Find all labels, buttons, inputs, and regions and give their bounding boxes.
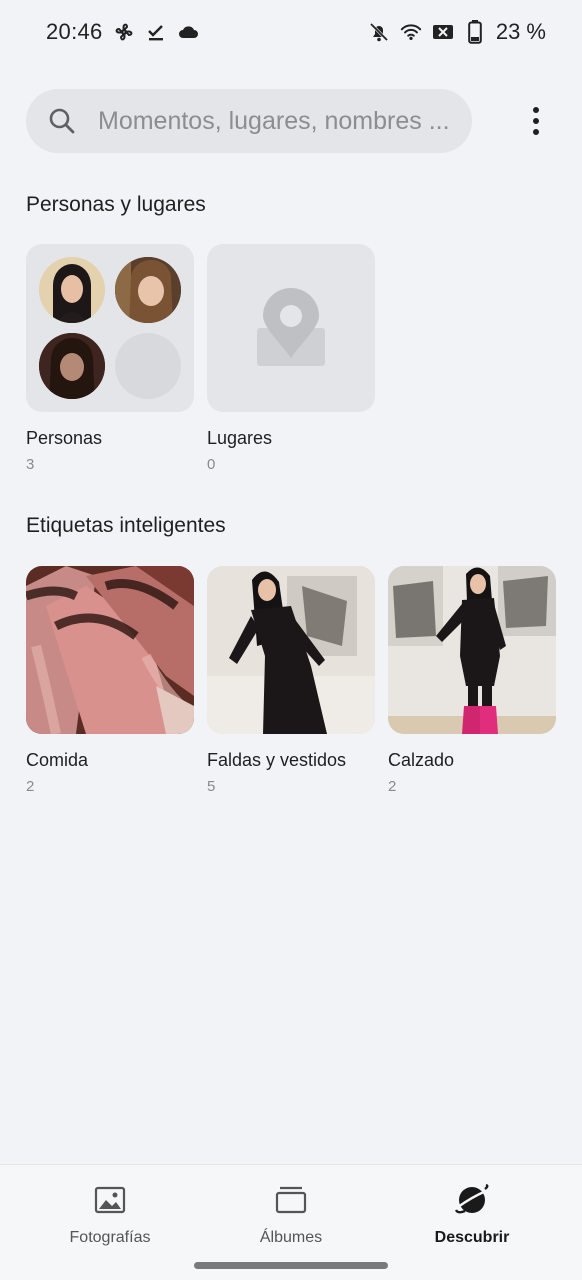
people-thumbnail <box>26 244 194 412</box>
photo-icon <box>93 1183 127 1217</box>
nav-albums-label: Álbumes <box>259 1229 323 1246</box>
cloud-icon <box>177 21 199 43</box>
people-count: 3 <box>26 456 35 473</box>
places-card[interactable]: Lugares 0 <box>207 244 375 473</box>
nav-photos[interactable]: Fotografías <box>30 1183 190 1247</box>
places-thumbnail <box>207 244 375 412</box>
smart-tags-title: Etiquetas inteligentes <box>26 514 226 537</box>
dresses-thumbnail <box>207 566 375 734</box>
places-label: Lugares <box>207 428 273 448</box>
tag-card-shoes[interactable]: Calzado 2 <box>388 566 556 795</box>
person-face-3 <box>39 333 105 399</box>
nav-discover-label: Descubrir <box>434 1229 510 1246</box>
food-thumbnail <box>26 566 194 734</box>
status-time: 20:46 <box>46 19 103 44</box>
search-row <box>26 88 556 154</box>
status-left: 20:46 <box>46 19 199 45</box>
person-face-1 <box>39 257 105 323</box>
people-places-title: Personas y lugares <box>26 193 206 216</box>
more-vert-icon <box>532 106 540 136</box>
people-label: Personas <box>26 428 103 448</box>
tag-count-food: 2 <box>26 778 35 795</box>
status-bar: 20:46 23 % <box>0 0 582 64</box>
person-placeholder <box>115 333 181 399</box>
tag-count-dresses: 5 <box>207 778 216 795</box>
battery-percentage: 23 % <box>495 19 546 44</box>
albums-icon <box>274 1183 308 1217</box>
places-count: 0 <box>207 456 216 473</box>
fan-icon <box>113 21 135 43</box>
tag-label-food: Comida <box>26 750 89 770</box>
tag-label-dresses: Faldas y vestidos <box>207 750 347 770</box>
nav-discover[interactable]: Descubrir <box>392 1183 552 1247</box>
wifi-icon <box>400 21 422 43</box>
tag-card-food[interactable]: Comida 2 <box>26 566 194 795</box>
search-input[interactable] <box>98 106 458 136</box>
tag-count-shoes: 2 <box>388 778 397 795</box>
map-pin-icon <box>255 288 327 373</box>
status-right: 23 % <box>368 19 546 45</box>
shoes-thumbnail <box>388 566 556 734</box>
planet-icon <box>455 1183 489 1217</box>
nav-photos-label: Fotografías <box>69 1229 151 1246</box>
more-options-button[interactable] <box>516 91 556 151</box>
nav-albums[interactable]: Álbumes <box>211 1183 371 1247</box>
battery-icon <box>464 20 486 44</box>
check-download-icon <box>145 21 167 43</box>
person-face-2 <box>115 257 181 323</box>
bell-off-icon <box>368 21 390 43</box>
home-indicator[interactable] <box>194 1262 388 1269</box>
tag-label-shoes: Calzado <box>388 750 455 770</box>
search-bar[interactable] <box>26 89 472 153</box>
no-sim-icon <box>432 21 454 43</box>
tag-card-dresses[interactable]: Faldas y vestidos 5 <box>207 566 375 795</box>
search-icon <box>48 107 76 135</box>
people-card[interactable]: Personas 3 <box>26 244 194 473</box>
